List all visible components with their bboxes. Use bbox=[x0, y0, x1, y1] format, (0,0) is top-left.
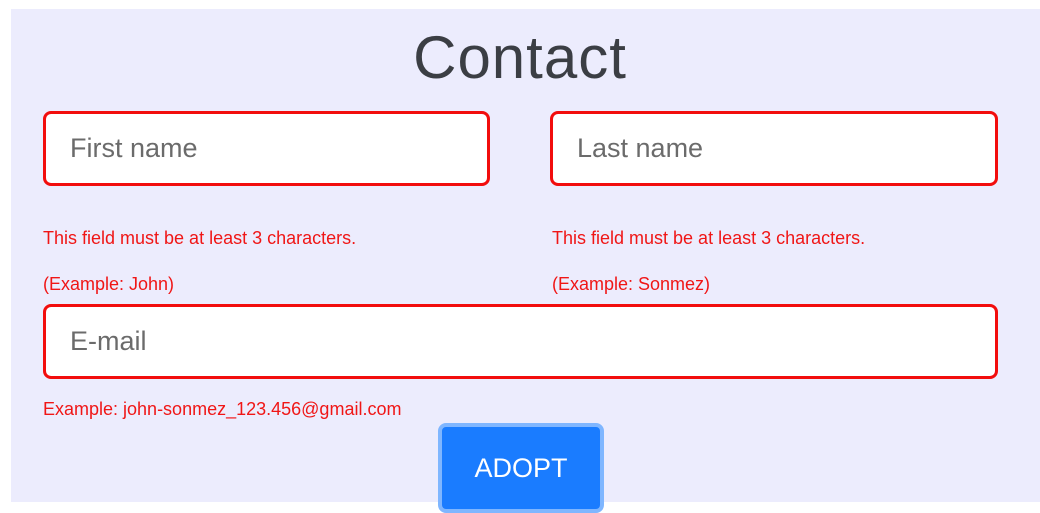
last-name-error-example: (Example: Sonmez) bbox=[552, 274, 711, 294]
adopt-button[interactable]: ADOPT bbox=[438, 423, 604, 513]
first-name-error-rule: This field must be at least 3 characters… bbox=[43, 228, 357, 248]
last-name-input[interactable] bbox=[550, 111, 998, 186]
last-name-error-rule: This field must be at least 3 characters… bbox=[552, 228, 866, 248]
email-error-example: Example: john-sonmez_123.456@gmail.com bbox=[43, 399, 402, 419]
first-name-error-example: (Example: John) bbox=[43, 274, 175, 294]
form-title: Contact bbox=[413, 24, 627, 91]
first-name-input[interactable] bbox=[43, 111, 490, 186]
email-input[interactable] bbox=[43, 304, 998, 379]
